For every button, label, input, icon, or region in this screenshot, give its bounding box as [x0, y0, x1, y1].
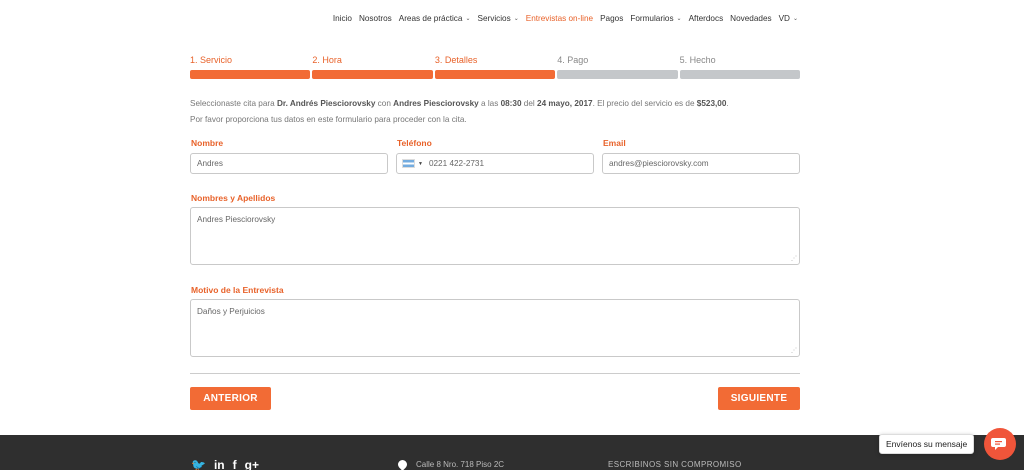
booking-instructions: Por favor proporciona tus datos en este …: [190, 115, 467, 124]
chat-icon: [991, 438, 1006, 450]
nav-item-label: Formularios: [630, 13, 674, 23]
map-pin-icon: [396, 458, 409, 470]
google-plus-icon[interactable]: g+: [245, 458, 259, 470]
nav-item[interactable]: Nosotros: [359, 14, 392, 23]
step-progress-bar: [434, 70, 556, 79]
footer-contact-heading: ESCRIBINOS SIN COMPROMISO: [608, 460, 742, 469]
form-divider: [190, 373, 800, 374]
footer: [0, 435, 1024, 470]
nav-item-label: Entrevistas on-line: [525, 13, 594, 23]
footer-address: Calle 8 Nro. 718 Piso 2C: [396, 458, 505, 470]
nombre-value: Andres: [197, 159, 223, 168]
client-name: Andres Piesciorovsky: [393, 99, 479, 108]
chevron-down-icon[interactable]: ▼: [418, 161, 423, 167]
apellidos-textarea[interactable]: Andres Piesciorovsky ⋰: [190, 207, 800, 265]
telefono-input[interactable]: ▼ 0221 422-2731: [396, 153, 594, 174]
facebook-icon[interactable]: f: [233, 458, 237, 470]
step-item: 2. Hora: [312, 54, 433, 79]
nav-item-label: Novedades: [730, 13, 772, 23]
booking-summary: Seleccionaste cita para Dr. Andrés Piesc…: [190, 99, 729, 108]
nav-item-label: VD: [778, 13, 790, 23]
apellidos-value: Andres Piesciorovsky: [197, 215, 276, 224]
nav-item[interactable]: Afterdocs: [689, 14, 724, 23]
nav-item-label: Areas de práctica: [398, 13, 463, 23]
step-progress-bar: [190, 70, 311, 79]
booking-time: 08:30: [500, 99, 522, 108]
booking-steps: 1. Servicio 2. Hora 3. Detalles 4. Pago 5. H…: [190, 54, 801, 79]
chevron-down-icon: ⌄: [792, 15, 798, 22]
chevron-down-icon: ⌄: [676, 15, 682, 22]
main-nav: Inicio Nosotros Areas de práctica ⌄ Servicio…: [326, 12, 798, 24]
argentina-flag-icon[interactable]: [402, 159, 415, 168]
email-input[interactable]: andres@piesciorovsky.com: [602, 153, 800, 174]
step-item: 5. Hecho: [679, 54, 801, 79]
service-price: $523,00: [696, 99, 727, 108]
email-value: andres@piesciorovsky.com: [609, 159, 709, 168]
resize-grip-icon[interactable]: ⋰: [791, 348, 797, 354]
step-progress-bar: [312, 70, 433, 79]
nav-item-label: Afterdocs: [688, 13, 724, 23]
booking-date: 24 mayo, 2017: [537, 99, 593, 108]
step-label: 2. Hora: [312, 55, 342, 65]
nav-item[interactable]: Formularios ⌄: [630, 14, 681, 23]
next-button[interactable]: SIGUIENTE: [718, 387, 800, 410]
chat-tooltip[interactable]: Envíenos su mensaje: [879, 434, 975, 454]
step-progress-bar: [557, 70, 678, 79]
chat-button[interactable]: [984, 428, 1016, 460]
nombre-label: Nombre: [191, 138, 224, 148]
linkedin-icon[interactable]: in: [214, 458, 225, 470]
step-item: 3. Detalles: [434, 54, 556, 79]
nav-item-label: Inicio: [332, 13, 352, 23]
step-item: 1. Servicio: [190, 54, 311, 79]
step-label: 1. Servicio: [190, 55, 233, 65]
step-label: 5. Hecho: [679, 55, 716, 65]
chevron-down-icon: ⌄: [465, 15, 471, 22]
nav-item[interactable]: Novedades: [730, 14, 771, 23]
back-button[interactable]: ANTERIOR: [190, 387, 271, 410]
nav-item-label: Nosotros: [358, 13, 392, 23]
nav-item[interactable]: Entrevistas on-line: [526, 14, 593, 23]
apellidos-label: Nombres y Apellidos: [191, 193, 276, 203]
motivo-label: Motivo de la Entrevista: [191, 285, 284, 295]
step-progress-bar: [679, 70, 801, 79]
step-label: 4. Pago: [557, 55, 589, 65]
address-text: Calle 8 Nro. 718 Piso 2C: [416, 460, 505, 469]
nombre-input[interactable]: Andres: [190, 153, 388, 174]
telefono-value: 0221 422-2731: [428, 159, 485, 168]
step-label: 3. Detalles: [434, 55, 478, 65]
nav-item[interactable]: Servicios ⌄: [477, 14, 518, 23]
twitter-icon[interactable]: 🐦: [191, 458, 206, 470]
telefono-label: Teléfono: [397, 138, 432, 148]
nav-item[interactable]: Pagos: [600, 14, 623, 23]
nav-item[interactable]: VD ⌄: [779, 14, 798, 23]
resize-grip-icon[interactable]: ⋰: [791, 256, 797, 262]
nav-item-label: Pagos: [600, 13, 624, 23]
step-item: 4. Pago: [557, 54, 678, 79]
booking-info: Seleccionaste cita para Dr. Andrés Piesc…: [190, 96, 810, 128]
motivo-textarea[interactable]: Daños y Perjuicios ⋰: [190, 299, 800, 357]
email-label: Email: [603, 138, 626, 148]
doctor-name: Dr. Andrés Piesciorovsky: [276, 99, 376, 108]
chevron-down-icon: ⌄: [513, 15, 519, 22]
nav-item[interactable]: Areas de práctica ⌄: [399, 14, 471, 23]
motivo-value: Daños y Perjuicios: [197, 307, 265, 316]
nav-item[interactable]: Inicio: [333, 14, 352, 23]
social-links: 🐦 in f g+: [191, 458, 259, 470]
nav-item-label: Servicios: [477, 13, 511, 23]
